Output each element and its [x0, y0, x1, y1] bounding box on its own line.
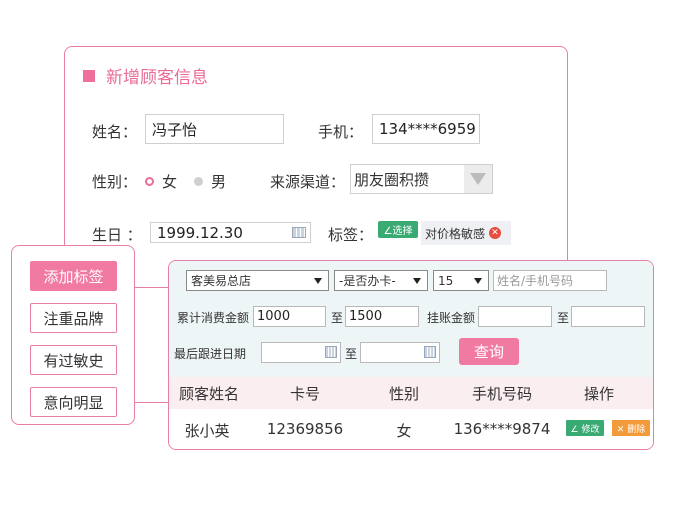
birthday-input[interactable]: 1999.12.30 [150, 222, 311, 243]
total-spend-label: 累计消费金额 [177, 311, 250, 325]
to-label: 至 [331, 311, 344, 325]
tag-option-add[interactable]: 添加标签 [30, 261, 117, 291]
tag-option-intent[interactable]: 意向明显 [30, 387, 117, 417]
page-size-select[interactable]: 15 [433, 270, 489, 291]
calendar-icon[interactable] [424, 346, 436, 358]
dropdown-arrow-icon [314, 277, 322, 284]
dropdown-arrow-icon [474, 277, 482, 284]
remove-tag-icon[interactable]: ✕ [489, 227, 502, 239]
cell-name: 张小英 [184, 422, 230, 440]
credit-to-input[interactable] [571, 306, 645, 327]
customer-query-panel: 客美易总店 -是否办卡- 15 姓名/手机号码 累计消费金额 1000 至 15… [168, 260, 654, 450]
store-select[interactable]: 客美易总店 [186, 270, 329, 291]
edit-button[interactable]: ∠ 修改 [566, 420, 604, 436]
date-from-input[interactable] [261, 342, 341, 363]
dropdown-arrow-icon [413, 277, 421, 284]
source-label: 来源渠道： [270, 173, 346, 191]
card-title: 新增顾客信息 [83, 63, 208, 88]
header-phone: 手机号码 [471, 385, 533, 403]
search-input[interactable]: 姓名/手机号码 [493, 270, 607, 291]
to-label: 至 [345, 347, 358, 361]
header-name: 顾客姓名 [178, 385, 240, 403]
new-customer-card: 新增顾客信息 姓名： 冯子怡 手机： 134****6959 性别： 女 男 来… [64, 46, 568, 288]
birthday-value: 1999.12.30 [157, 223, 243, 242]
phone-label: 手机： [318, 123, 364, 141]
table-header: 顾客姓名 卡号 性别 手机号码 操作 [169, 377, 653, 409]
gender-male-radio[interactable]: 男 [194, 171, 226, 192]
name-input[interactable]: 冯子怡 [145, 114, 284, 144]
credit-from-input[interactable] [478, 306, 552, 327]
spend-to-input[interactable]: 1500 [345, 306, 419, 327]
tag-panel: 添加标签 注重品牌 有过敏史 意向明显 [11, 245, 135, 425]
query-button[interactable]: 查询 [459, 338, 519, 365]
choose-tag-button[interactable]: ∠选择 [378, 221, 418, 238]
header-action: 操作 [583, 385, 615, 403]
source-select[interactable]: 朋友圈积攒 [350, 164, 493, 194]
gender-male-label: 男 [211, 173, 227, 191]
store-select-value: 客美易总店 [191, 274, 252, 288]
gender-female-label: 女 [162, 173, 178, 191]
tag-chip: 对价格敏感 ✕ [421, 221, 511, 245]
spend-from-input[interactable]: 1000 [253, 306, 326, 327]
gender-label: 性别： [92, 173, 138, 191]
cell-gender: 女 [396, 422, 412, 440]
phone-input[interactable]: 134****6959 [372, 114, 480, 144]
credit-label: 挂账金额 [427, 311, 476, 325]
source-value: 朋友圈积攒 [354, 170, 430, 189]
connector-line [135, 402, 169, 403]
title-square-icon [83, 69, 95, 82]
to-label: 至 [557, 311, 570, 325]
tag-option-allergy[interactable]: 有过敏史 [30, 345, 117, 375]
cell-card: 12369856 [266, 420, 344, 438]
filter-area: 客美易总店 -是否办卡- 15 姓名/手机号码 累计消费金额 1000 至 15… [169, 261, 653, 377]
name-value: 冯子怡 [152, 120, 198, 139]
header-card: 卡号 [289, 385, 321, 403]
cell-phone: 136****9874 [453, 420, 551, 438]
dropdown-arrow-icon[interactable] [464, 165, 492, 193]
header-gender: 性别 [388, 385, 420, 403]
calendar-icon[interactable] [325, 346, 337, 358]
card-title-text: 新增顾客信息 [106, 68, 208, 88]
radio-selected-icon [145, 177, 154, 186]
tag-option-brand[interactable]: 注重品牌 [30, 303, 117, 333]
birthday-label: 生日 ： [92, 226, 142, 244]
card-select-value: -是否办卡- [339, 274, 396, 288]
radio-unselected-icon [194, 177, 203, 186]
phone-value: 134****6959 [379, 120, 476, 138]
card-select[interactable]: -是否办卡- [334, 270, 428, 291]
name-label: 姓名： [92, 123, 138, 141]
date-to-input[interactable] [360, 342, 440, 363]
tag-label: 标签： [328, 226, 374, 244]
tag-chip-text: 对价格敏感 [425, 226, 486, 241]
last-follow-label: 最后跟进日期 [174, 347, 247, 361]
calendar-icon[interactable] [292, 227, 306, 238]
page-size-value: 15 [438, 273, 454, 288]
delete-button[interactable]: ✕ 删除 [612, 420, 650, 436]
gender-female-radio[interactable]: 女 [145, 171, 177, 192]
